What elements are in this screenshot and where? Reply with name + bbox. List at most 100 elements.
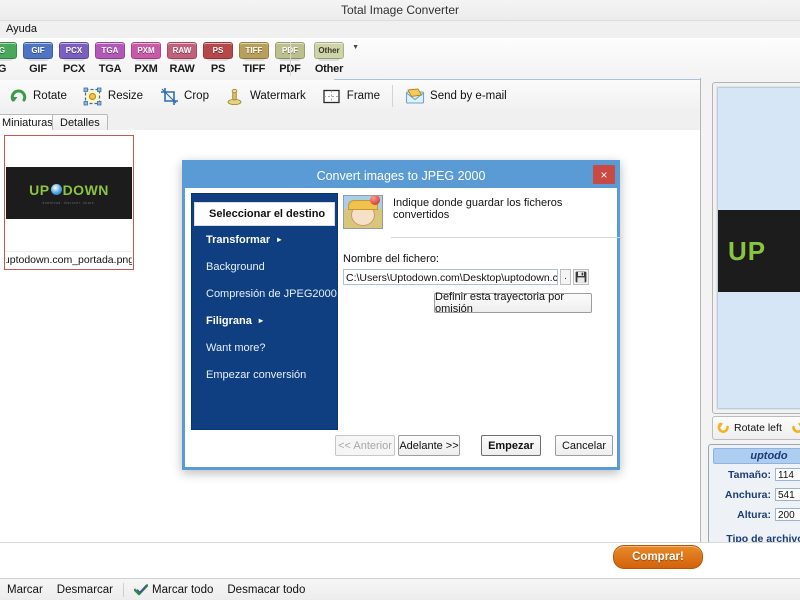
logo-up-text: UP <box>29 181 50 198</box>
rotate-icon <box>8 86 28 106</box>
tab-miniaturas-label: Miniaturas <box>2 117 53 129</box>
buy-button[interactable]: Comprar! <box>613 545 703 569</box>
action-toolbar: Rotate Resize Crop Watermark Frame Send … <box>0 80 800 113</box>
format-button-label: PS <box>210 63 226 75</box>
send-by-email-button[interactable]: Send by e-mail <box>397 80 515 112</box>
browse-button[interactable]: . <box>560 269 571 285</box>
dialog-nav-item-6[interactable]: Empezar conversión <box>192 361 337 388</box>
format-button-pcx[interactable]: PCX PCX <box>56 39 92 75</box>
tab-detalles[interactable]: Detalles <box>52 114 108 131</box>
image-preview[interactable]: UP <box>712 82 800 414</box>
unmark-all-button[interactable]: Desmacar todo <box>220 579 312 600</box>
unmark-all-label: Desmacar todo <box>227 584 306 596</box>
filename-label: Nombre del fichero: <box>343 253 439 265</box>
frame-icon <box>322 86 342 106</box>
rotate-right-button[interactable] <box>786 417 800 439</box>
view-tab-strip: Miniaturas Detalles <box>0 112 700 133</box>
properties-title: uptodo <box>713 448 800 464</box>
thumbnail-filename: uptodown.com_portada.png <box>6 251 132 268</box>
menu-bar: Ayuda <box>0 21 800 39</box>
close-icon[interactable]: × <box>593 165 615 184</box>
convert-dialog: Convert images to JPEG 2000 × Selecciona… <box>182 160 623 470</box>
format-button-tiff[interactable]: TIFF TIFF <box>236 39 272 75</box>
destination-path-input[interactable]: C:\Users\Uptodown.com\Desktop\uptodown.c… <box>343 269 558 285</box>
rotate-left-button[interactable]: Rotate left <box>713 417 786 439</box>
format-button-g[interactable]: GG <box>0 39 20 75</box>
property-key: Anchura: <box>724 488 771 501</box>
toolbar-divider <box>290 42 291 76</box>
format-button-pxm[interactable]: PXM PXM <box>128 39 164 75</box>
mark-all-label: Marcar todo <box>152 584 214 596</box>
watermark-label: Watermark <box>249 90 306 102</box>
dialog-nav-item-3[interactable]: Compresión de JPEG2000 <box>192 280 337 307</box>
dialog-nav-item-label: Empezar conversión <box>206 368 307 381</box>
format-button-ps[interactable]: PS PS <box>200 39 236 75</box>
property-key: Tamaño: <box>728 468 771 481</box>
uptodown-logo: UP DOWN download. discover. share. <box>6 167 132 219</box>
property-value[interactable]: 200 <box>775 508 800 521</box>
unmark-button[interactable]: Desmarcar <box>50 579 120 600</box>
rotate-left-label: Rotate left <box>734 422 782 434</box>
format-button-label: TIFF <box>242 63 266 75</box>
dialog-nav-item-label: Transformar <box>206 233 271 246</box>
crop-icon <box>159 86 179 106</box>
mark-all-button[interactable]: Marcar todo <box>127 579 220 600</box>
dialog-button-cancelar[interactable]: Cancelar <box>555 435 613 456</box>
logo-down-text: DOWN <box>62 181 109 198</box>
format-chip-icon: G <box>0 42 17 61</box>
watermark-button[interactable]: Watermark <box>217 80 314 112</box>
format-button-label: G <box>0 63 7 75</box>
format-button-raw[interactable]: RAW RAW <box>164 39 200 75</box>
preview-logo-band: UP <box>718 210 800 292</box>
format-button-gif[interactable]: GIF GIF <box>20 39 56 75</box>
status-divider <box>123 583 125 597</box>
mark-label: Marcar <box>7 584 43 596</box>
dialog-button-empezar[interactable]: Empezar <box>481 435 541 456</box>
resize-button[interactable]: Resize <box>75 80 151 112</box>
rotate-left-icon <box>717 421 731 435</box>
format-button-other[interactable]: Other Other ▼ <box>308 39 359 75</box>
path-row: C:\Users\Uptodown.com\Desktop\uptodown.c… <box>343 269 589 285</box>
format-chip-icon: RAW <box>167 42 197 61</box>
format-button-label: TGA <box>98 63 122 75</box>
thumbnail-image: UP DOWN download. discover. share. <box>6 137 132 249</box>
send-by-email-label: Send by e-mail <box>430 90 507 102</box>
preview-rotate-bar: Rotate left <box>712 416 800 440</box>
format-chip-icon: TIFF <box>239 42 269 61</box>
save-icon[interactable] <box>573 269 589 285</box>
chevron-right-icon: ▸ <box>277 235 282 244</box>
image-properties-panel: uptodo Tamaño: 114 Anchura: 541 Altura: 200 Ti… <box>708 444 800 544</box>
list-item[interactable]: UP DOWN download. discover. share. uptod… <box>4 135 134 270</box>
frame-label: Frame <box>346 90 381 102</box>
dialog-nav-list: Seleccionar el destino Transformar ▸ Backgr… <box>191 193 338 430</box>
crop-button[interactable]: Crop <box>151 80 217 112</box>
dialog-button-adelante[interactable]: Adelante >> <box>398 435 460 456</box>
dialog-nav-item-2[interactable]: Background <box>192 253 337 280</box>
chevron-right-icon: ▸ <box>258 316 263 325</box>
resize-label: Resize <box>107 90 144 102</box>
rotate-button[interactable]: Rotate <box>0 80 75 112</box>
mark-button[interactable]: Marcar <box>0 579 50 600</box>
property-value[interactable]: 114 <box>775 468 800 481</box>
set-default-path-button[interactable]: Definir esta trayectoria por omisión <box>434 291 592 315</box>
crop-label: Crop <box>184 90 209 102</box>
dialog-nav-item-1[interactable]: Transformar ▸ <box>192 226 337 253</box>
dialog-title-bar: Convert images to JPEG 2000 × <box>185 163 617 188</box>
menu-item-ayuda[interactable]: Ayuda <box>0 21 43 38</box>
property-value[interactable]: 541 <box>775 488 800 501</box>
format-chip-icon: Other <box>314 42 344 61</box>
chevron-down-icon[interactable]: ▼ <box>352 44 359 51</box>
format-chip-icon: PCX <box>59 42 89 61</box>
dialog-hint-text: Indique donde guardar los ficheros conve… <box>393 197 563 221</box>
rotate-label: Rotate <box>33 90 67 102</box>
dialog-nav-item-5[interactable]: Want more? <box>192 334 337 361</box>
format-chip-icon: TGA <box>95 42 125 61</box>
dialog-nav-item-0[interactable]: Seleccionar el destino <box>194 202 335 226</box>
dialog-nav-item-4[interactable]: Filigrana ▸ <box>192 307 337 334</box>
format-button-list: G G GIF GIF PCX PCX TGA TGA PXM PXM RAW RAW PS PS TIFF… <box>0 39 359 75</box>
frame-button[interactable]: Frame <box>314 80 388 112</box>
dialog-nav-item-label: Seleccionar el destino <box>209 208 326 220</box>
logo-tagline: download. discover. share. <box>42 200 96 205</box>
format-button-label: PXM <box>134 63 158 75</box>
format-button-tga[interactable]: TGA TGA <box>92 39 128 75</box>
